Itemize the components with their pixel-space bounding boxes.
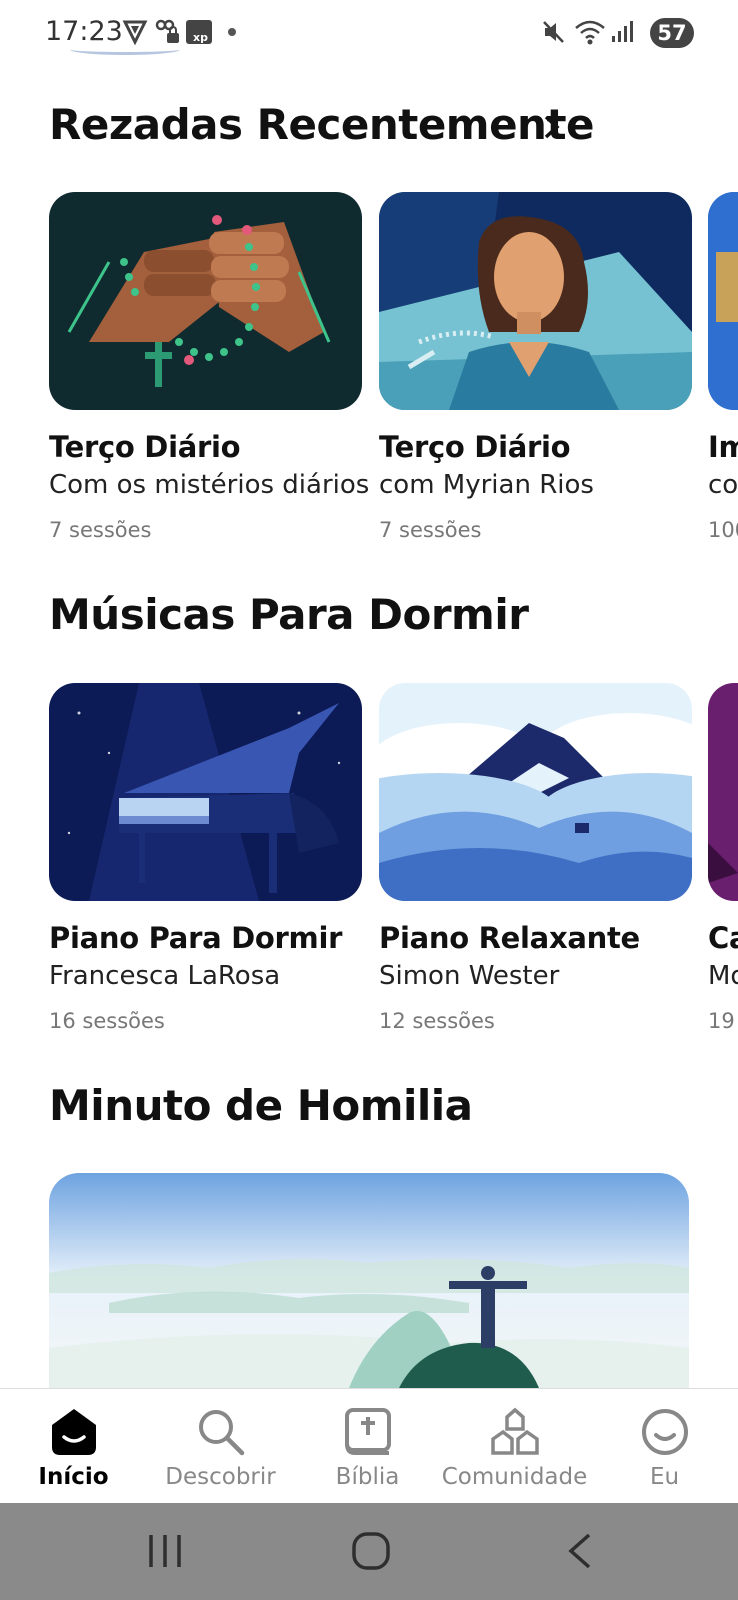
- recent-card-terco-diario[interactable]: Terço Diário Com os mistérios diários 7 …: [49, 192, 370, 542]
- search-icon: [198, 1410, 244, 1456]
- nav-item-comunidade[interactable]: Comunidade: [441, 1389, 588, 1504]
- recent-card-terco-myrian[interactable]: Terço Diário com Myrian Rios 7 sessões: [379, 192, 692, 542]
- nav-item-descobrir[interactable]: Descobrir: [147, 1389, 294, 1504]
- notification-dot-icon: [228, 28, 236, 36]
- card-thumbnail: [49, 683, 362, 901]
- card-title: Terço Diário: [379, 430, 571, 464]
- sleep-card-peek[interactable]: Ca Mo 19 s: [708, 683, 738, 1033]
- xp-app-icon: xp: [186, 20, 212, 44]
- card-thumbnail: [379, 683, 692, 901]
- card-title: Piano Para Dormir: [49, 921, 343, 955]
- signal-icon: [612, 21, 633, 42]
- card-session-count: 100: [708, 518, 738, 542]
- battery-indicator: 57: [650, 18, 694, 48]
- nav-label: Eu: [649, 1464, 680, 1490]
- card-title: Terço Diário: [49, 430, 241, 464]
- mute-icon: [543, 21, 564, 43]
- card-session-count: 7 sessões: [379, 518, 482, 542]
- sleep-card-piano-relaxante[interactable]: Piano Relaxante Simon Wester 12 sessões: [379, 683, 692, 1033]
- card-thumbnail: [49, 192, 362, 410]
- system-navigation-bar: [0, 1503, 738, 1600]
- back-icon[interactable]: [565, 1531, 595, 1571]
- card-subtitle: Francesca LaRosa: [49, 961, 281, 991]
- status-time: 17:23: [45, 16, 123, 47]
- card-subtitle: co: [708, 470, 738, 500]
- community-icon: [490, 1407, 539, 1455]
- nav-label: Comunidade: [441, 1464, 588, 1490]
- card-subtitle: com Myrian Rios: [379, 470, 594, 500]
- bottom-navigation: Início Descobrir Bíblia Comunidade Eu: [0, 1388, 738, 1504]
- nav-label: Bíblia: [335, 1464, 400, 1490]
- card-thumbnail: [708, 683, 738, 901]
- bible-icon: [344, 1408, 391, 1455]
- recent-card-peek[interactable]: Im co 100: [708, 192, 738, 542]
- card-subtitle: Simon Wester: [379, 961, 560, 991]
- profile-icon: [641, 1409, 688, 1455]
- chevron-right-icon[interactable]: [543, 114, 561, 140]
- card-subtitle: Com os mistérios diários: [49, 470, 370, 500]
- link-lock-icon: [155, 19, 179, 43]
- nav-label: Início: [38, 1464, 109, 1490]
- nav-item-eu[interactable]: Eu: [591, 1389, 738, 1504]
- home-icon: [51, 1409, 96, 1455]
- card-session-count: 16 sessões: [49, 1009, 165, 1033]
- card-thumbnail: [708, 192, 738, 410]
- card-title: Ca: [708, 921, 738, 955]
- section-title-sleep-music[interactable]: Músicas Para Dormir: [49, 590, 529, 639]
- recent-apps-icon[interactable]: [147, 1531, 183, 1571]
- card-session-count: 19 s: [708, 1009, 738, 1033]
- wifi-icon: [575, 20, 605, 45]
- card-title: Piano Relaxante: [379, 921, 640, 955]
- card-session-count: 7 sessões: [49, 518, 152, 542]
- nav-item-inicio[interactable]: Início: [0, 1389, 147, 1504]
- card-thumbnail: [379, 192, 692, 410]
- card-session-count: 12 sessões: [379, 1009, 495, 1033]
- card-title: Im: [708, 430, 738, 464]
- nav-item-biblia[interactable]: Bíblia: [294, 1389, 441, 1504]
- nav-label: Descobrir: [165, 1464, 276, 1490]
- previous-section-peek: [70, 44, 180, 55]
- section-title-recent[interactable]: Rezadas Recentemente: [49, 100, 595, 149]
- vpn-shield-icon: [122, 20, 148, 46]
- card-subtitle: Mo: [708, 961, 738, 991]
- svg-text:xp: xp: [193, 31, 208, 44]
- sleep-card-piano-para-dormir[interactable]: Piano Para Dormir Francesca LaRosa 16 se…: [49, 683, 362, 1033]
- section-title-homily[interactable]: Minuto de Homilia: [49, 1081, 473, 1130]
- homily-hero-card[interactable]: [49, 1173, 689, 1388]
- home-button-icon[interactable]: [351, 1531, 391, 1571]
